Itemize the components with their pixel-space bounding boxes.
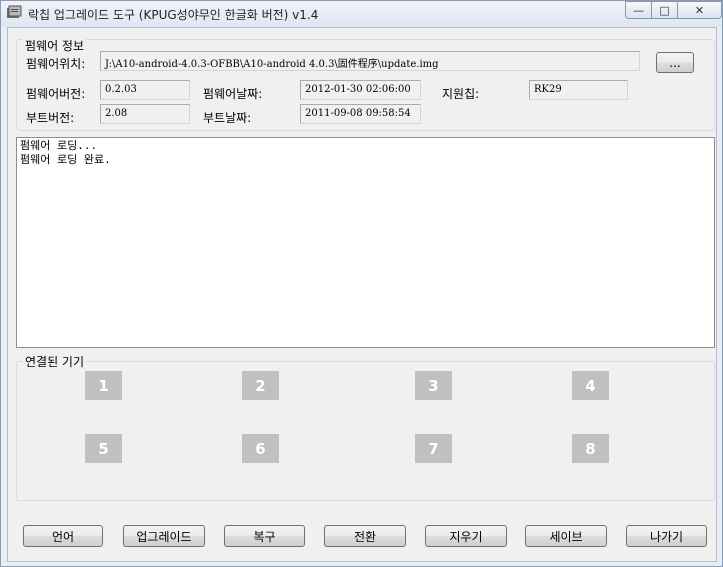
- save-button[interactable]: 세이브: [525, 525, 607, 547]
- firmware-location-field[interactable]: J:\A10-android-4.0.3-OFBB\A10-android 4.…: [100, 51, 640, 71]
- language-button[interactable]: 언어: [23, 525, 103, 547]
- boot-version-field: 2.08: [100, 104, 190, 124]
- app-icon: [7, 5, 22, 18]
- title-bar[interactable]: 락칩 업그레이드 도구 (KPUG성야무인 한글화 버전) v1.4 — □ ✕: [1, 1, 722, 27]
- minimize-button[interactable]: —: [625, 1, 651, 19]
- firmware-info-title: 펌웨어 정보: [23, 37, 87, 54]
- chip-label: 지원칩:: [442, 87, 480, 101]
- boot-date-field: 2011-09-08 09:58:54: [300, 104, 421, 124]
- device-slot-1: 1: [85, 371, 122, 400]
- close-button[interactable]: ✕: [677, 1, 722, 19]
- device-slot-8: 8: [572, 434, 609, 463]
- firmware-date-field: 2012-01-30 02:06:00: [300, 80, 421, 100]
- upgrade-button[interactable]: 업그레이드: [123, 525, 205, 547]
- device-slot-6: 6: [242, 434, 279, 463]
- window-title: 락칩 업그레이드 도구 (KPUG성야무인 한글화 버전) v1.4: [28, 8, 319, 22]
- log-textbox[interactable]: 펌웨어 로딩... 펌웨어 로딩 완료.: [16, 137, 715, 348]
- boot-date-label: 부트날짜:: [203, 111, 252, 125]
- device-slot-7: 7: [415, 434, 452, 463]
- chip-field: RK29: [529, 80, 628, 100]
- log-line: 펌웨어 로딩...: [20, 139, 98, 152]
- devices-title: 연결된 기기: [23, 353, 87, 370]
- firmware-version-field: 0.2.03: [100, 80, 190, 100]
- client-area: 펌웨어 정보 펌웨어위치: J:\A10-android-4.0.3-OFBB\…: [7, 27, 717, 562]
- app-window: 락칩 업그레이드 도구 (KPUG성야무인 한글화 버전) v1.4 — □ ✕…: [0, 0, 723, 567]
- firmware-date-label: 펌웨어날짜:: [203, 87, 263, 101]
- browse-button[interactable]: ...: [656, 52, 694, 73]
- boot-version-label: 부트버전:: [26, 111, 75, 125]
- device-slot-4: 4: [572, 371, 609, 400]
- device-slot-3: 3: [415, 371, 452, 400]
- restore-button[interactable]: 복구: [224, 525, 305, 547]
- firmware-location-label: 펌웨어위치:: [26, 57, 86, 71]
- device-slot-2: 2: [242, 371, 279, 400]
- firmware-version-label: 펌웨어버전:: [26, 87, 86, 101]
- log-line: 펌웨어 로딩 완료.: [20, 153, 111, 166]
- maximize-button[interactable]: □: [651, 1, 677, 19]
- erase-button[interactable]: 지우기: [425, 525, 507, 547]
- exit-button[interactable]: 나가기: [626, 525, 707, 547]
- device-slot-5: 5: [85, 434, 122, 463]
- switch-button[interactable]: 전환: [324, 525, 406, 547]
